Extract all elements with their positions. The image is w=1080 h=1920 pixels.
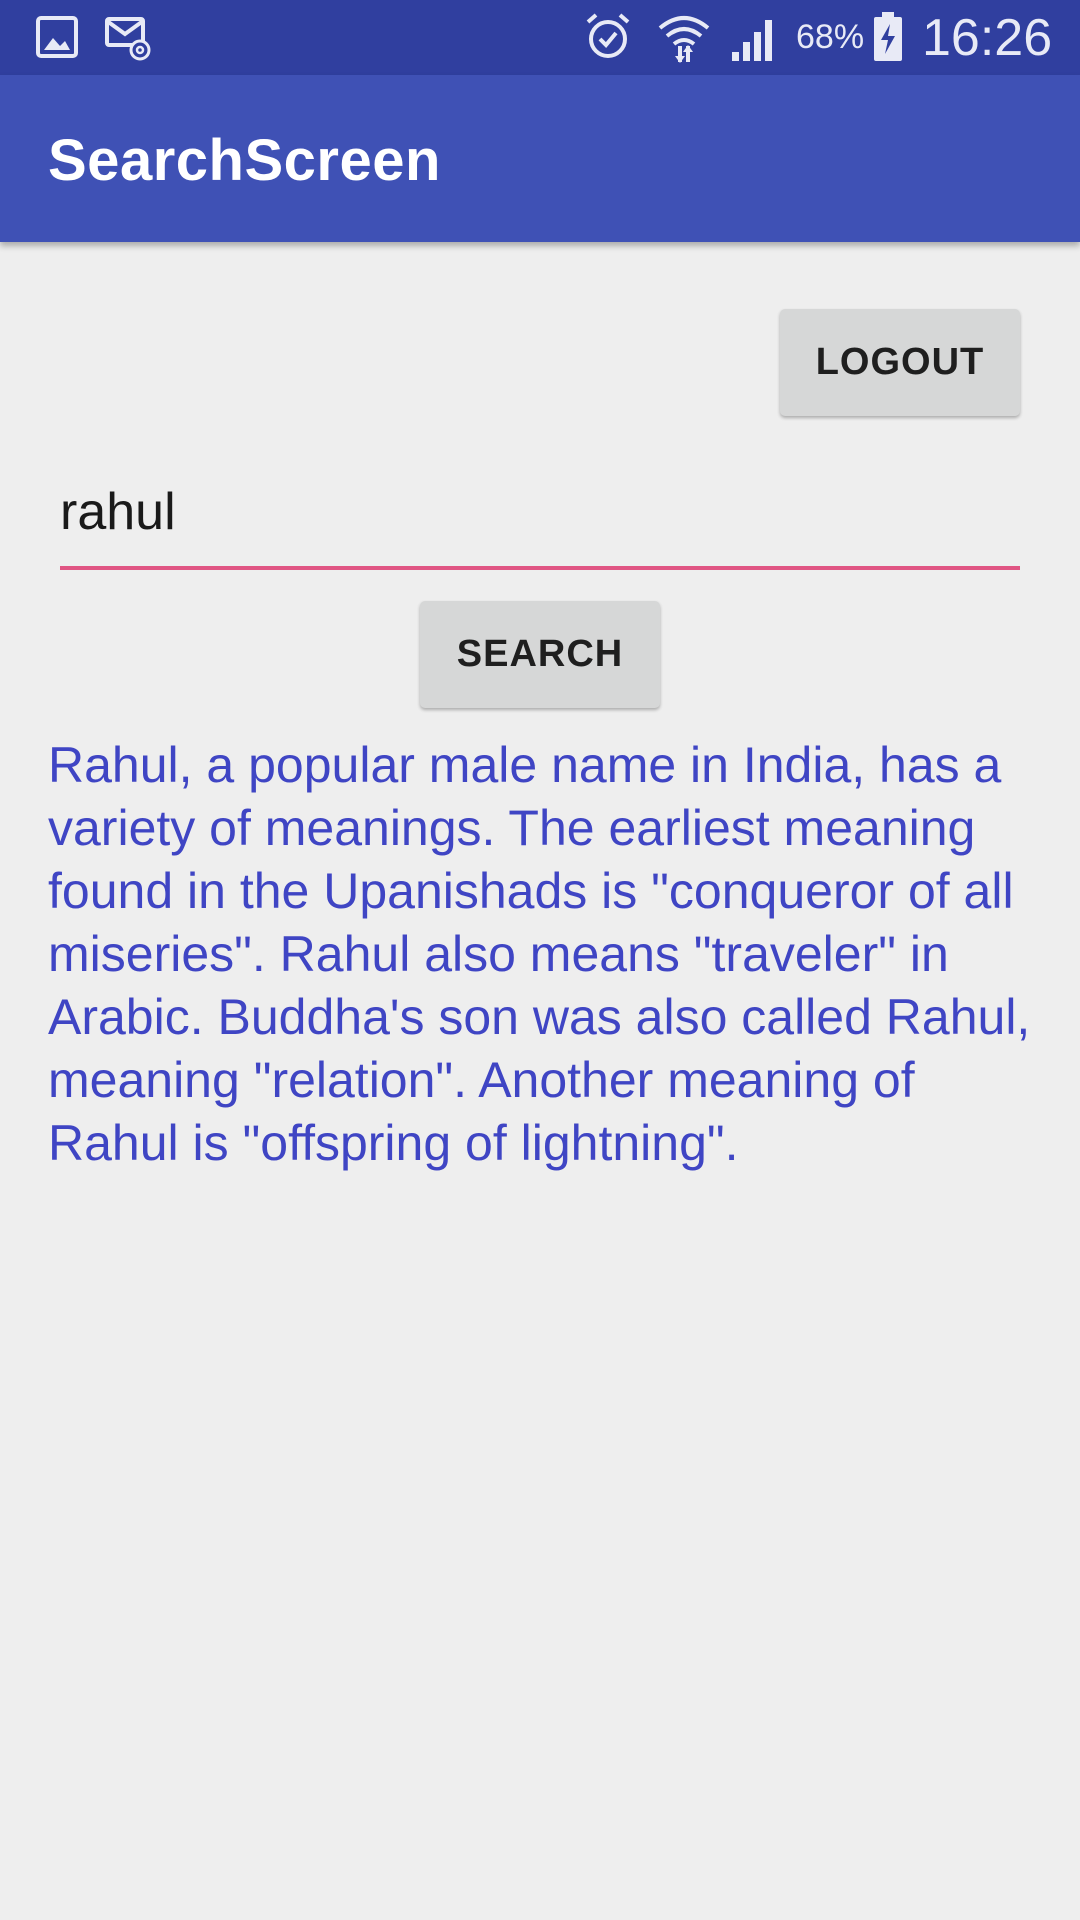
wifi-icon [656, 12, 712, 69]
battery-charging-icon [872, 12, 904, 67]
search-field [60, 458, 1020, 570]
search-screen: 68% 16:26 SearchScreen LOGOUT SEARCH Rah… [0, 0, 1080, 1920]
logout-button[interactable]: LOGOUT [780, 309, 1020, 416]
battery-percentage: 68% [796, 18, 865, 56]
search-input-underline [60, 566, 1020, 570]
status-clock: 16:26 [922, 9, 1053, 67]
email-icon [104, 14, 154, 61]
search-input[interactable] [60, 458, 1020, 566]
gallery-icon [34, 14, 80, 60]
status-bar: 68% 16:26 [0, 0, 1080, 75]
search-result-text: Rahul, a popular male name in India, has… [48, 737, 1031, 1171]
search-button[interactable]: SEARCH [420, 601, 660, 708]
signal-icon [730, 16, 780, 67]
app-title: SearchScreen [48, 128, 441, 193]
app-bar: SearchScreen [0, 75, 1080, 242]
alarm-icon [584, 12, 632, 67]
